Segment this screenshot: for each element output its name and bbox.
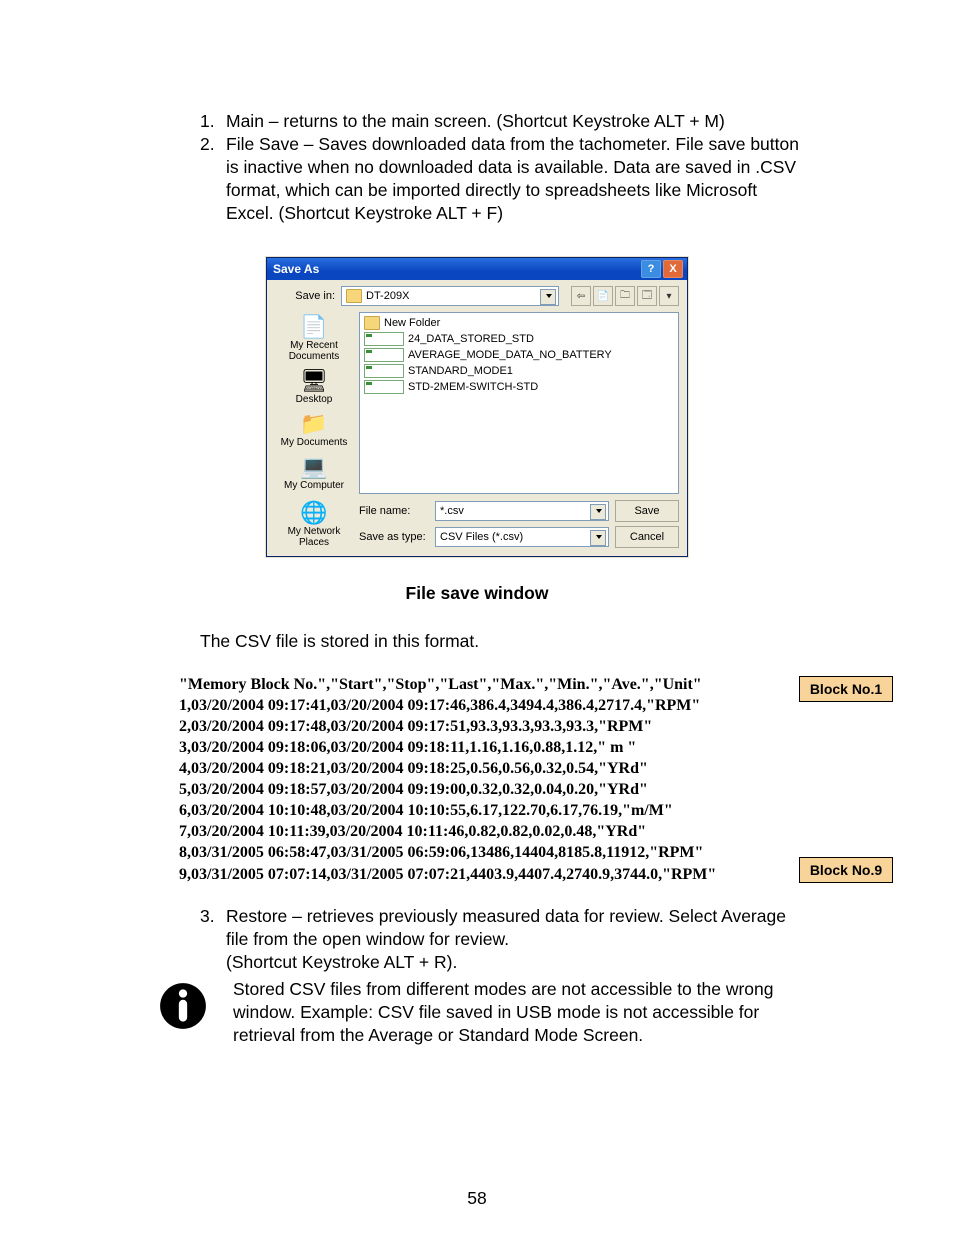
warning-text: Stored CSV files from different modes ar… [233,978,799,1047]
file-name: STD-2MEM-SWITCH-STD [408,381,538,393]
csv-row: 2,03/20/2004 09:17:48,03/20/2004 09:17:5… [155,716,799,737]
page-number: 58 [0,1188,954,1209]
help-button[interactable]: ? [641,260,661,278]
save-as-type-field[interactable]: CSV Files (*.csv) [435,527,609,547]
views-dropdown-button[interactable]: ▾ [659,286,679,306]
file-name: New Folder [384,317,440,329]
list-number-1: 1. [200,110,226,133]
file-list[interactable]: New Folder 24_DATA_STORED_STD AVERAGE_MO… [359,312,679,494]
place-desktop[interactable]: 🖥 Desktop [296,368,333,405]
block-tag-1: Block No.1 [799,676,893,702]
save-in-combo[interactable]: DT-209X [341,286,559,306]
list-item[interactable]: New Folder [364,315,674,331]
list-item[interactable]: STANDARD_MODE1 [364,363,674,379]
list-item-2: File Save – Saves downloaded data from t… [226,133,799,225]
views-button[interactable]: 🗔 [637,286,657,306]
csv-row: 6,03/20/2004 10:10:48,03/20/2004 10:10:5… [155,800,799,821]
csv-row: 7,03/20/2004 10:11:39,03/20/2004 10:11:4… [155,821,799,842]
up-button[interactable]: 📄 [593,286,613,306]
place-mydocs[interactable]: 📁 My Documents [281,411,348,448]
toolbar-buttons: ⇦ 📄 🗀 🗔 ▾ [571,286,679,306]
list-item[interactable]: STD-2MEM-SWITCH-STD [364,379,674,395]
csv-file-icon [364,380,404,394]
csv-row: 9,03/31/2005 07:07:14,03/31/2005 07:07:2… [155,864,799,885]
csv-row: 5,03/20/2004 09:18:57,03/20/2004 09:19:0… [155,779,799,800]
back-button[interactable]: ⇦ [571,286,591,306]
dialog-titlebar: Save As ? X [267,258,687,280]
save-in-value: DT-209X [366,290,409,302]
list-number-3: 3. [200,905,226,974]
save-as-type-value: CSV Files (*.csv) [440,531,523,543]
file-name: AVERAGE_MODE_DATA_NO_BATTERY [408,349,612,361]
place-label: My Documents [281,437,348,448]
csv-row: 8,03/31/2005 06:58:47,03/31/2005 06:59:0… [155,842,799,863]
chevron-down-icon [546,294,552,298]
list-item-3: Restore – retrieves previously measured … [226,905,799,974]
save-in-label: Save in: [275,290,335,302]
csv-row: 1,03/20/2004 09:17:41,03/20/2004 09:17:4… [155,695,799,716]
place-label: My Recent Documents [275,340,353,362]
save-button[interactable]: Save [615,500,679,522]
chevron-down-icon [596,509,602,513]
place-network[interactable]: 🌐 My Network Places [275,500,353,548]
dialog-title: Save As [273,262,319,276]
mydocs-icon: 📁 [299,411,329,437]
mycomputer-icon: 💻 [299,454,329,480]
csv-block: Block No.1 Block No.9 "Memory Block No."… [155,674,799,885]
close-button[interactable]: X [663,260,683,278]
file-name: 24_DATA_STORED_STD [408,333,534,345]
place-recent[interactable]: 📄 My Recent Documents [275,314,353,362]
csv-file-icon [364,348,404,362]
recent-docs-icon: 📄 [299,314,329,340]
folder-icon [346,289,362,303]
figure-caption: File save window [155,583,799,604]
save-as-dialog: Save As ? X Save in: DT-209X ⇦ 📄 🗀 🗔 ▾ [266,257,688,557]
network-icon: 🌐 [299,500,329,526]
numbered-list-cont: 3. Restore – retrieves previously measur… [155,905,799,974]
file-name: STANDARD_MODE1 [408,365,513,377]
cancel-button[interactable]: Cancel [615,526,679,548]
places-bar: 📄 My Recent Documents 🖥 Desktop 📁 My Doc… [275,312,353,494]
numbered-list: 1. Main – returns to the main screen. (S… [155,110,799,225]
place-label: My Network Places [275,526,353,548]
list-number-2: 2. [200,133,226,225]
list-item-1: Main – returns to the main screen. (Shor… [226,110,799,133]
csv-row: 3,03/20/2004 09:18:06,03/20/2004 09:18:1… [155,737,799,758]
folder-icon [364,316,380,330]
file-name-label: File name: [359,505,429,517]
list-item[interactable]: 24_DATA_STORED_STD [364,331,674,347]
place-mycomputer[interactable]: 💻 My Computer [284,454,344,491]
save-as-type-label: Save as type: [359,531,429,543]
csv-row: 4,03/20/2004 09:18:21,03/20/2004 09:18:2… [155,758,799,779]
chevron-down-icon [596,535,602,539]
csv-file-icon [364,332,404,346]
file-name-value: *.csv [440,505,464,517]
place-label: My Computer [284,480,344,491]
new-folder-button[interactable]: 🗀 [615,286,635,306]
file-name-field[interactable]: *.csv [435,501,609,521]
warning-icon [155,978,211,1047]
list-item[interactable]: AVERAGE_MODE_DATA_NO_BATTERY [364,347,674,363]
block-tag-9: Block No.9 [799,857,893,883]
warning-row: Stored CSV files from different modes ar… [155,978,799,1047]
place-label: Desktop [296,394,333,405]
csv-file-icon [364,364,404,378]
desktop-icon: 🖥 [299,368,329,394]
csv-header: "Memory Block No.","Start","Stop","Last"… [155,674,799,695]
csv-format-intro: The CSV file is stored in this format. [155,630,799,653]
